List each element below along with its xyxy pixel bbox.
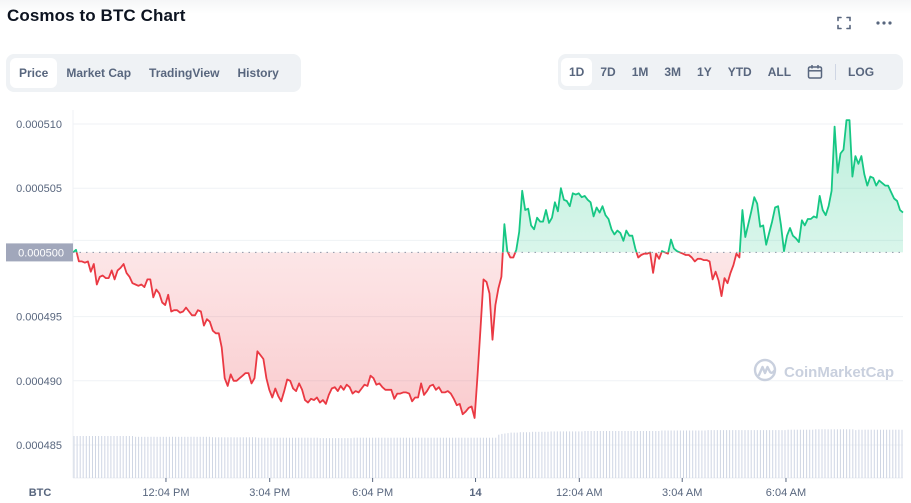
x-tick-label: 6:04 AM	[766, 487, 806, 499]
coinmarketcap-logo-icon	[753, 358, 777, 382]
x-tick-label: 3:04 PM	[249, 487, 290, 499]
watermark-text: CoinMarketCap	[784, 364, 894, 381]
y-tick-label: 0.000505	[16, 183, 62, 195]
y-tick-label: 0.000495	[16, 312, 62, 324]
coinmarketcap-watermark: CoinMarketCap	[753, 358, 894, 382]
area-below-reference	[73, 252, 903, 418]
y-tick-label: 0.000510	[16, 119, 62, 131]
y-tick-label: 0.000490	[16, 376, 62, 388]
x-tick-label: 3:04 AM	[662, 487, 702, 499]
y-unit-label: BTC	[29, 487, 52, 499]
x-tick-label: 6:04 PM	[352, 487, 393, 499]
x-tick-label: 14	[469, 487, 482, 499]
x-tick-label: 12:04 PM	[142, 487, 189, 499]
y-tick-label: 0.000485	[16, 440, 62, 452]
x-axis: BTC 12:04 PM 3:04 PM 6:04 PM 14 12:04 AM 3:04 …	[29, 478, 806, 499]
x-tick-label: 12:04 AM	[556, 487, 602, 499]
price-chart[interactable]: 0.000510 0.000505 0.000495 0.000490 0.000485…	[0, 0, 911, 503]
reference-label: 0.000500	[18, 247, 64, 259]
y-axis: 0.000510 0.000505 0.000495 0.000490 0.000485	[16, 119, 62, 452]
price-areas	[73, 120, 903, 418]
volume-bars	[73, 429, 903, 478]
